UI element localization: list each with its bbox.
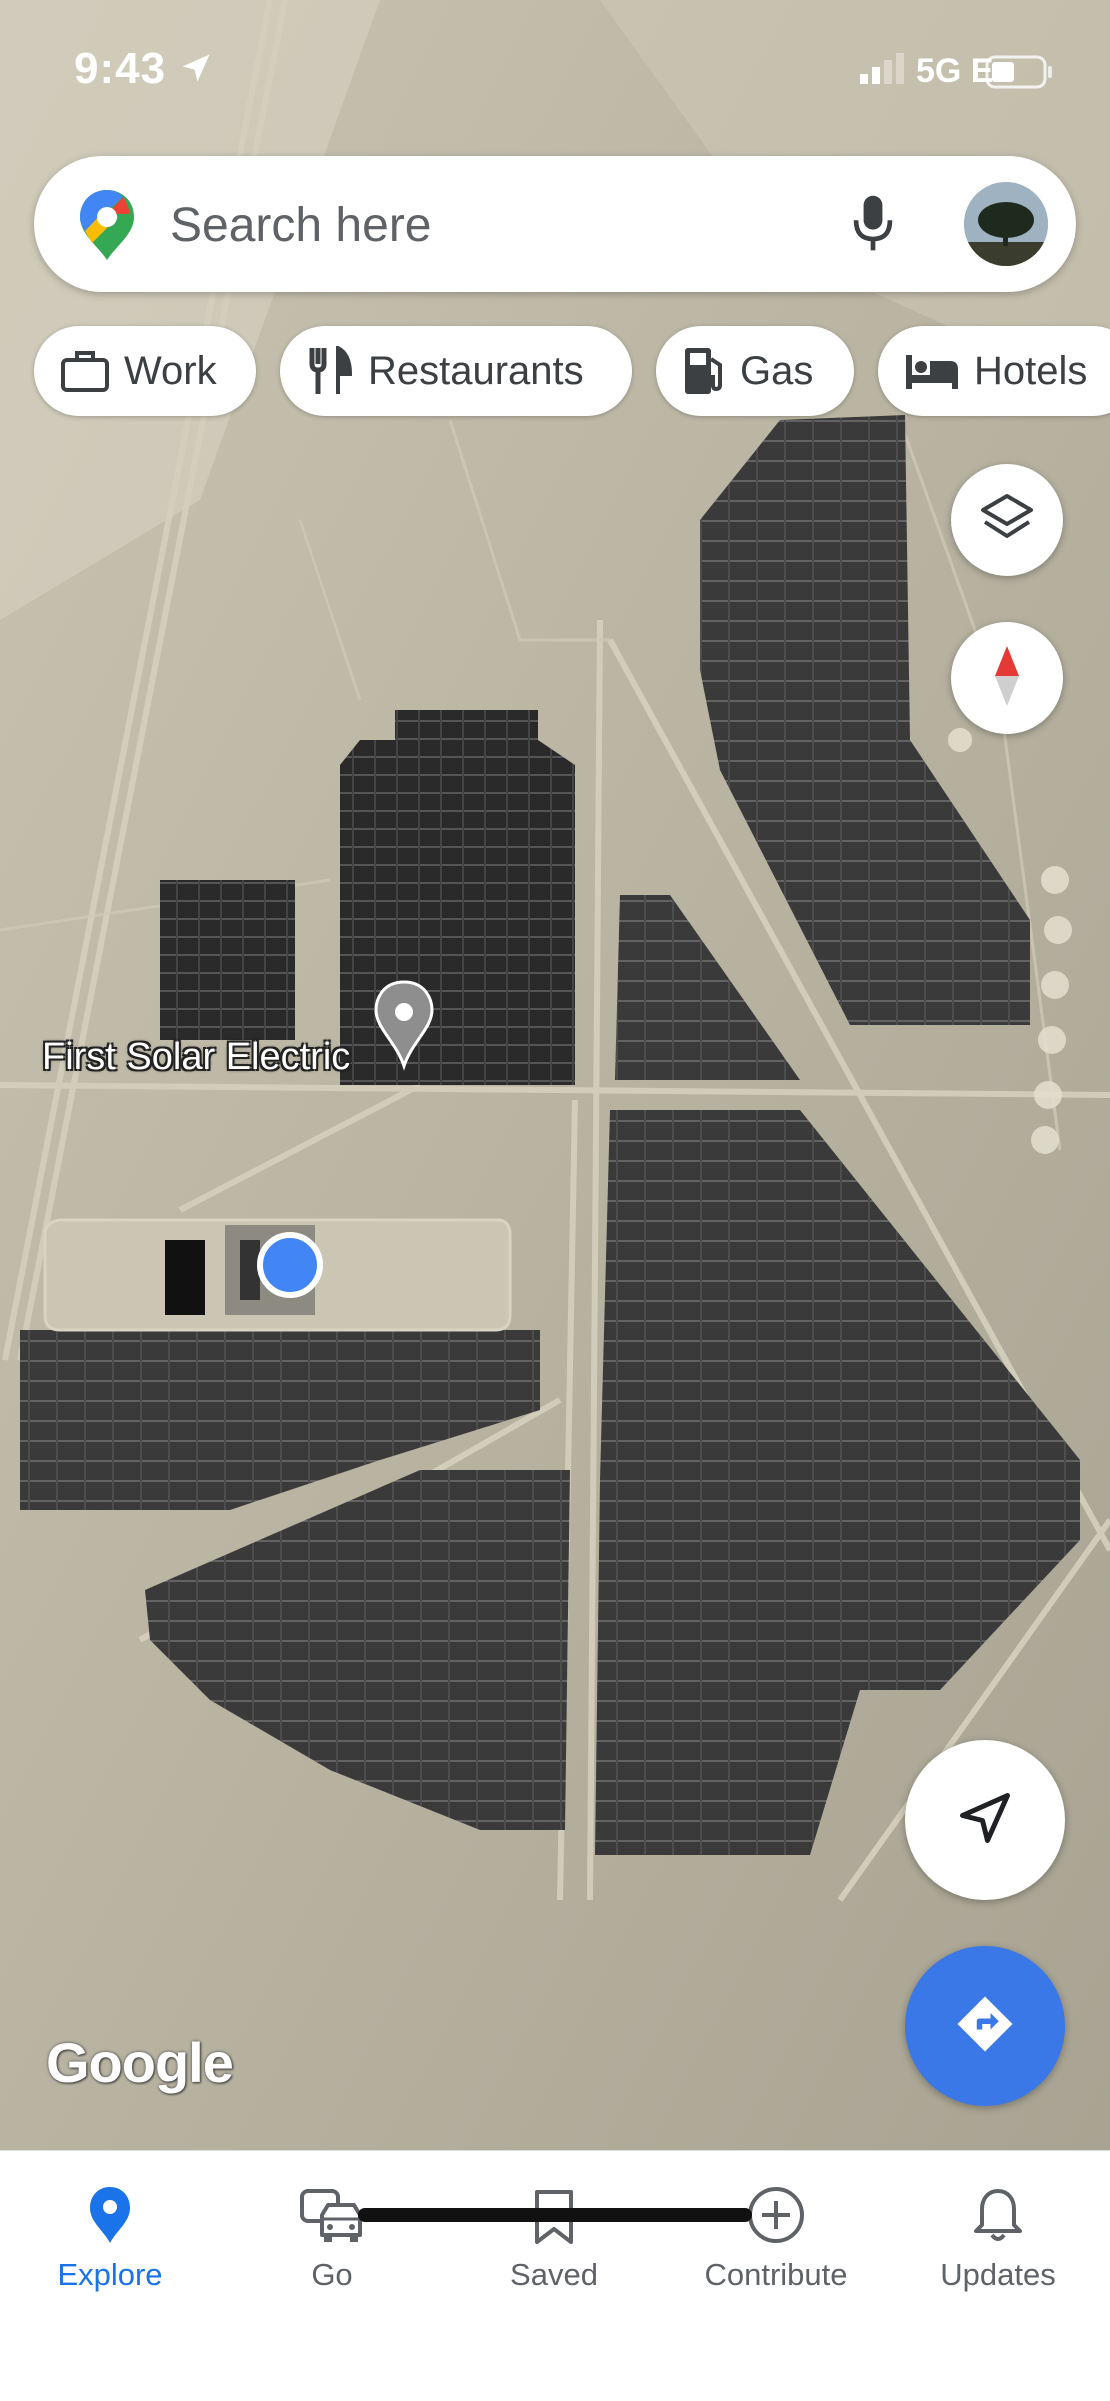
nav-go[interactable]: Go [232, 2175, 432, 2293]
fork-knife-icon [306, 346, 354, 396]
google-maps-logo-icon [78, 188, 136, 267]
signal-bars-icon [858, 52, 904, 91]
navigation-arrow-icon [955, 1788, 1015, 1853]
account-avatar[interactable] [964, 182, 1048, 266]
status-bar: 9:43 5G E [0, 0, 1110, 140]
home-indicator[interactable] [358, 2208, 752, 2222]
chip-hotels[interactable]: Hotels [878, 326, 1110, 416]
chip-gas[interactable]: Gas [656, 326, 854, 416]
nav-saved[interactable]: Saved [454, 2175, 654, 2293]
layers-button[interactable] [951, 464, 1063, 576]
chip-label: Gas [740, 348, 814, 393]
nav-label: Updates [940, 2257, 1056, 2292]
category-chips: Work Restaurants Gas Hotels [0, 326, 1110, 420]
directions-button[interactable] [905, 1946, 1065, 2106]
bell-icon [898, 2175, 1098, 2245]
my-location-button[interactable] [905, 1740, 1065, 1900]
google-attribution: Google [46, 2031, 234, 2094]
nav-updates[interactable]: Updates [898, 2175, 1098, 2293]
location-arrow-icon [178, 50, 214, 91]
search-bar[interactable]: Search here [34, 156, 1076, 292]
nav-label: Explore [57, 2257, 163, 2292]
place-label[interactable]: First Solar Electric [42, 1036, 350, 1079]
pin-icon [10, 2175, 210, 2245]
directions-icon [952, 1991, 1018, 2062]
battery-icon [985, 55, 1055, 94]
status-time: 9:43 [74, 44, 167, 93]
chip-restaurants[interactable]: Restaurants [280, 326, 632, 416]
search-input[interactable]: Search here [170, 198, 432, 253]
nav-label: Saved [510, 2257, 598, 2292]
chip-label: Work [124, 348, 217, 393]
nav-contribute[interactable]: Contribute [676, 2175, 876, 2293]
microphone-icon[interactable] [850, 192, 896, 261]
chip-work[interactable]: Work [34, 326, 256, 416]
compass-icon [992, 644, 1022, 713]
chip-label: Hotels [974, 348, 1088, 393]
nav-label: Go [311, 2257, 353, 2292]
nav-explore[interactable]: Explore [10, 2175, 210, 2293]
bed-icon [904, 351, 960, 391]
bottom-navigation: Explore Go Saved Contribute Updates [0, 2150, 1110, 2401]
layers-icon [979, 492, 1035, 549]
chip-label: Restaurants [368, 348, 584, 393]
gas-pump-icon [682, 345, 726, 397]
nav-label: Contribute [704, 2257, 848, 2292]
briefcase-icon [60, 349, 110, 393]
network-type: 5G E [916, 52, 994, 90]
compass-button[interactable] [951, 622, 1063, 734]
